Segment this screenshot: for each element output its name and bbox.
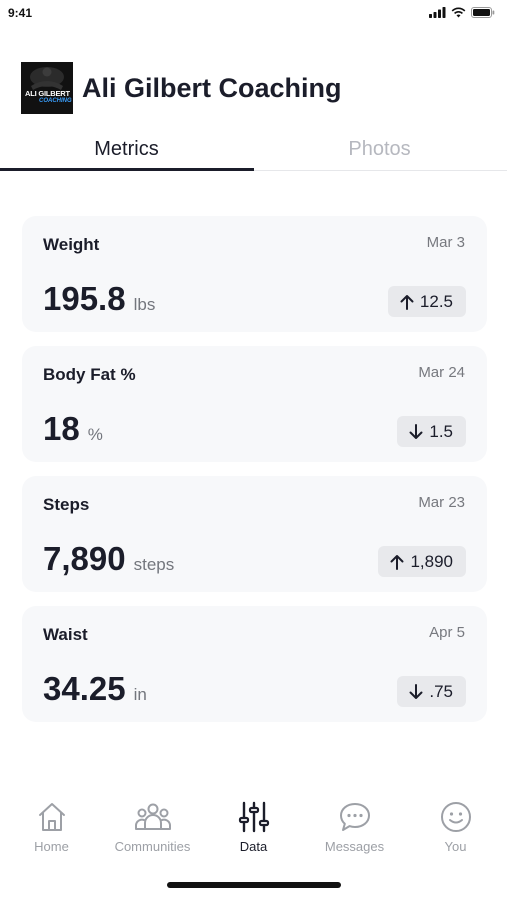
metric-date: Apr 5 <box>429 624 465 641</box>
metric-title: Waist <box>43 625 88 644</box>
active-tab-indicator <box>0 168 254 171</box>
metric-value-row: 18 % <box>43 410 103 448</box>
metric-date: Mar 23 <box>418 494 465 511</box>
tab-metrics[interactable]: Metrics <box>0 128 253 171</box>
battery-icon <box>471 7 495 18</box>
metric-unit: in <box>133 685 147 704</box>
metric-unit: steps <box>133 555 175 574</box>
wifi-icon <box>451 7 466 18</box>
metric-card-body-fat[interactable]: Body Fat % Mar 24 18 % 1.5 <box>22 346 487 462</box>
nav-item-messages[interactable]: Messages <box>304 800 405 854</box>
change-badge: 12.5 <box>387 286 466 317</box>
metric-value: 34.25 <box>43 670 126 707</box>
metric-card-steps[interactable]: Steps Mar 23 7,890 steps 1,890 <box>22 476 487 592</box>
nav-label: Messages <box>324 839 385 854</box>
nav-label: You <box>444 839 467 854</box>
coach-logo: ALI GILBERT COACHING <box>21 62 73 114</box>
smiley-icon <box>440 802 471 832</box>
tab-bar: Metrics Photos <box>0 128 507 171</box>
change-value: 1,890 <box>410 551 453 571</box>
nav-item-communities[interactable]: Communities <box>102 800 203 854</box>
metric-title: Weight <box>43 235 100 254</box>
metric-value-row: 195.8 lbs <box>43 280 155 318</box>
change-value: .75 <box>429 681 453 701</box>
arrow-down-icon <box>409 683 423 699</box>
metric-unit: lbs <box>133 295 156 314</box>
nav-label: Data <box>239 839 268 854</box>
metric-card-waist[interactable]: Waist Apr 5 34.25 in .75 <box>22 606 487 722</box>
change-value: 12.5 <box>419 291 453 311</box>
bottom-nav: Home Communities Data Messages You <box>0 800 507 860</box>
metric-title: Steps <box>43 495 90 514</box>
arrow-down-icon <box>409 423 423 439</box>
cellular-signal-icon <box>429 7 446 18</box>
logo-text: ALI GILBERT <box>25 89 70 98</box>
status-bar: 9:41 <box>0 0 507 28</box>
home-icon <box>38 803 65 831</box>
metric-value-row: 7,890 steps <box>43 540 174 578</box>
metric-unit: % <box>87 425 103 444</box>
logo-subtext: COACHING <box>39 98 72 104</box>
change-value: 1.5 <box>429 421 453 441</box>
home-indicator <box>167 882 341 888</box>
logo-figure-icon <box>30 67 64 90</box>
metric-value-row: 34.25 in <box>43 670 147 708</box>
metric-date: Mar 3 <box>426 234 465 251</box>
communities-icon <box>134 803 171 830</box>
nav-item-home[interactable]: Home <box>1 800 102 854</box>
metrics-list: Weight Mar 3 195.8 lbs 12.5 Body Fat % M… <box>22 216 487 736</box>
nav-label: Communities <box>114 839 191 854</box>
arrow-up-icon <box>390 554 404 570</box>
app-header: ALI GILBERT COACHING Ali Gilbert Coachin… <box>21 62 342 114</box>
metric-card-weight[interactable]: Weight Mar 3 195.8 lbs 12.5 <box>22 216 487 332</box>
tab-photos[interactable]: Photos <box>253 128 506 171</box>
status-time: 9:41 <box>8 6 33 20</box>
change-badge: 1.5 <box>397 416 466 447</box>
nav-label: Home <box>34 839 69 854</box>
metric-value: 18 <box>43 410 80 447</box>
change-badge: .75 <box>397 676 466 707</box>
metric-title: Body Fat % <box>43 365 136 384</box>
metric-value: 7,890 <box>43 540 126 577</box>
sliders-icon <box>238 801 269 833</box>
change-badge: 1,890 <box>378 546 466 577</box>
nav-item-you[interactable]: You <box>405 800 506 854</box>
page-title: Ali Gilbert Coaching <box>82 72 342 103</box>
nav-item-data[interactable]: Data <box>203 800 304 854</box>
arrow-up-icon <box>400 294 414 310</box>
chat-bubble-icon <box>339 803 370 831</box>
status-icons <box>429 7 495 18</box>
metric-date: Mar 24 <box>418 364 465 381</box>
metric-value: 195.8 <box>43 280 126 317</box>
